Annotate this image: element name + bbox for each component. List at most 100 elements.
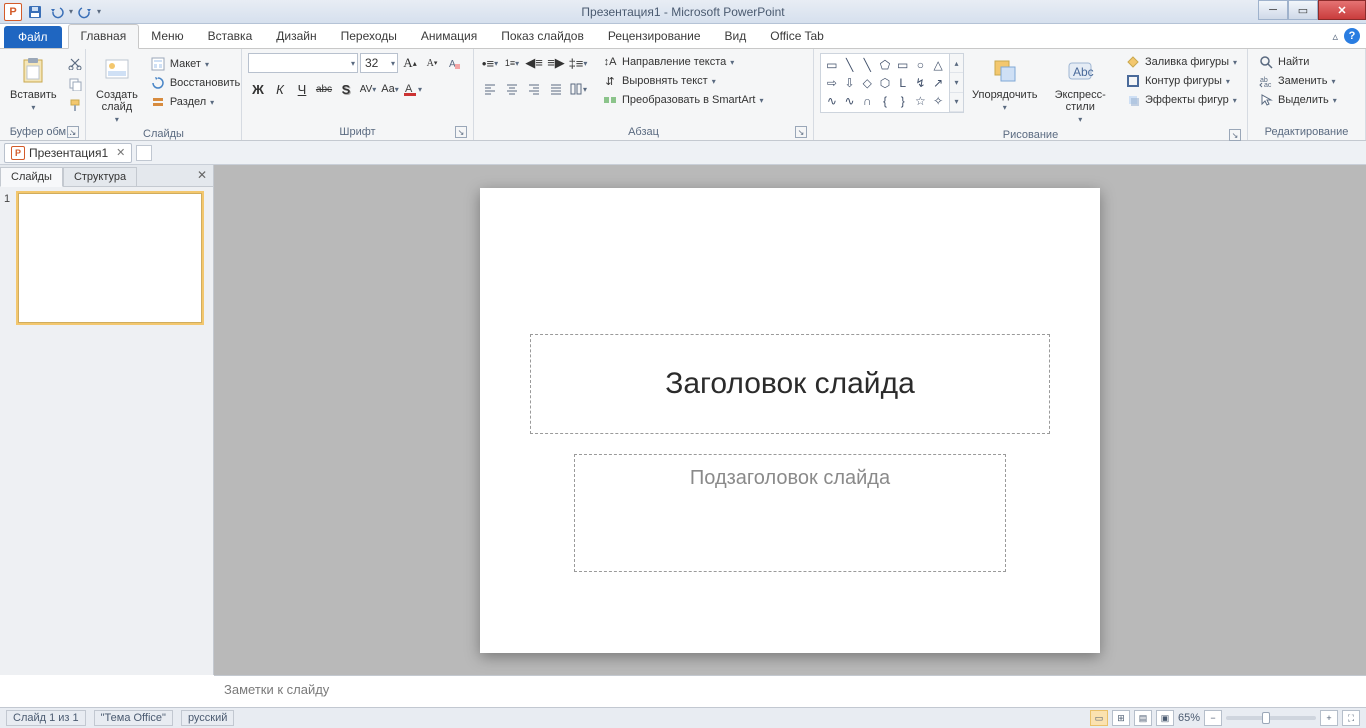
tab-animation[interactable]: Анимация xyxy=(409,25,489,48)
title-placeholder[interactable]: Заголовок слайда xyxy=(530,334,1050,434)
zoom-in-button[interactable]: + xyxy=(1320,710,1338,726)
shrink-font-button[interactable]: A▾ xyxy=(422,53,442,73)
align-left-button[interactable] xyxy=(480,79,500,99)
tab-slideshow[interactable]: Показ слайдов xyxy=(489,25,596,48)
close-button[interactable]: ✕ xyxy=(1318,0,1366,20)
cut-button[interactable] xyxy=(65,53,85,73)
qat-customize-icon[interactable]: ▾ xyxy=(97,7,101,16)
reset-button[interactable]: Восстановить xyxy=(146,74,244,92)
change-case-button[interactable]: Aa▾ xyxy=(380,79,400,99)
status-slide-number[interactable]: Слайд 1 из 1 xyxy=(6,710,86,726)
clipboard-launcher-icon[interactable]: ↘ xyxy=(67,126,79,138)
bullets-button[interactable]: •≡▾ xyxy=(480,53,500,73)
dec-indent-button[interactable]: ◀≡ xyxy=(524,53,544,73)
italic-button[interactable]: К xyxy=(270,79,290,99)
undo-button[interactable] xyxy=(47,2,67,22)
document-tab-close-icon[interactable]: ✕ xyxy=(116,146,125,159)
status-language[interactable]: русский xyxy=(181,710,234,726)
shapes-gallery[interactable]: ▭╲╲⬠▭○△ ⇨⇩◇⬡L↯↗ ∿∿∩{}☆✧ xyxy=(820,53,950,113)
copy-button[interactable] xyxy=(65,74,85,94)
clear-format-button[interactable]: A xyxy=(444,53,464,73)
text-direction-label: Направление текста xyxy=(622,56,726,68)
drawing-launcher-icon[interactable]: ↘ xyxy=(1229,129,1241,141)
maximize-button[interactable]: ▭ xyxy=(1288,0,1318,20)
slide[interactable]: Заголовок слайда Подзаголовок слайда xyxy=(480,188,1100,653)
char-spacing-button[interactable]: AV▾ xyxy=(358,79,378,99)
tab-home[interactable]: Главная xyxy=(68,24,140,49)
font-family-combo[interactable]: ▾ xyxy=(248,53,358,73)
tab-transitions[interactable]: Переходы xyxy=(329,25,409,48)
section-button[interactable]: Раздел ▾ xyxy=(146,93,244,111)
undo-dropdown-icon[interactable]: ▾ xyxy=(69,7,73,16)
replace-label: Заменить xyxy=(1278,75,1327,87)
sorter-view-button[interactable]: ⊞ xyxy=(1112,710,1130,726)
thumbnail-preview[interactable] xyxy=(18,193,202,323)
bold-button[interactable]: Ж xyxy=(248,79,268,99)
align-right-button[interactable] xyxy=(524,79,544,99)
tab-view[interactable]: Вид xyxy=(713,25,759,48)
reading-view-button[interactable]: ▤ xyxy=(1134,710,1152,726)
select-button[interactable]: Выделить ▾ xyxy=(1254,91,1341,109)
notes-pane[interactable]: Заметки к слайду xyxy=(214,675,1366,707)
thumbnail-item[interactable]: 1 xyxy=(4,193,209,323)
tab-outline[interactable]: Структура xyxy=(63,167,137,187)
underline-button[interactable]: Ч xyxy=(292,79,312,99)
help-icon[interactable]: ? xyxy=(1344,28,1360,44)
grow-font-button[interactable]: A▴ xyxy=(400,53,420,73)
zoom-slider-knob[interactable] xyxy=(1262,712,1270,724)
fit-window-button[interactable]: ⛶ xyxy=(1342,710,1360,726)
find-button[interactable]: Найти xyxy=(1254,53,1341,71)
tab-file[interactable]: Файл xyxy=(4,26,62,48)
inc-indent-button[interactable]: ≡▶ xyxy=(546,53,566,73)
shadow-button[interactable]: S xyxy=(336,79,356,99)
save-button[interactable] xyxy=(25,2,45,22)
tab-insert[interactable]: Вставка xyxy=(196,25,265,48)
normal-view-button[interactable]: ▭ xyxy=(1090,710,1108,726)
shape-effects-button[interactable]: Эффекты фигур ▾ xyxy=(1121,91,1241,109)
status-theme[interactable]: "Тема Office" xyxy=(94,710,173,726)
strike-button[interactable]: abc xyxy=(314,79,334,99)
ribbon-collapse-icon[interactable]: ▵ xyxy=(1332,30,1338,43)
new-slide-button[interactable]: Создать слайд ▾ xyxy=(92,53,142,126)
tab-review[interactable]: Рецензирование xyxy=(596,25,713,48)
layout-button[interactable]: Макет ▾ xyxy=(146,55,244,73)
font-color-button[interactable]: A▾ xyxy=(402,79,422,99)
text-direction-button[interactable]: ↕AНаправление текста ▾ xyxy=(598,53,767,71)
tab-slides-thumbnails[interactable]: Слайды xyxy=(0,167,63,187)
zoom-out-button[interactable]: − xyxy=(1204,710,1222,726)
shape-fill-button[interactable]: Заливка фигуры ▾ xyxy=(1121,53,1241,71)
new-document-tab-button[interactable] xyxy=(136,145,152,161)
numbering-button[interactable]: 1≡▾ xyxy=(502,53,522,73)
zoom-value[interactable]: 65% xyxy=(1178,712,1200,724)
convert-smartart-button[interactable]: Преобразовать в SmartArt ▾ xyxy=(598,91,767,109)
slideshow-view-button[interactable]: ▣ xyxy=(1156,710,1174,726)
app-logo[interactable]: P xyxy=(3,2,23,22)
quick-styles-button[interactable]: Abc Экспресс-стили▾ xyxy=(1045,53,1115,127)
paste-button[interactable]: Вставить▾ xyxy=(6,53,61,115)
slide-canvas-area[interactable]: Заголовок слайда Подзаголовок слайда xyxy=(214,165,1366,675)
shape-outline-button[interactable]: Контур фигуры ▾ xyxy=(1121,72,1241,90)
redo-button[interactable] xyxy=(75,2,95,22)
tab-menu[interactable]: Меню xyxy=(139,25,195,48)
columns-button[interactable]: ▾ xyxy=(568,79,588,99)
justify-button[interactable] xyxy=(546,79,566,99)
document-tab[interactable]: P Презентация1 ✕ xyxy=(4,143,132,163)
font-launcher-icon[interactable]: ↘ xyxy=(455,126,467,138)
zoom-slider[interactable] xyxy=(1226,716,1316,720)
replace-button[interactable]: abacЗаменить ▾ xyxy=(1254,72,1341,90)
arrange-button[interactable]: Упорядочить▾ xyxy=(968,53,1041,115)
align-center-button[interactable] xyxy=(502,79,522,99)
format-painter-button[interactable] xyxy=(65,95,85,115)
arrange-label: Упорядочить xyxy=(972,89,1037,101)
tab-design[interactable]: Дизайн xyxy=(264,25,328,48)
side-panel-close-icon[interactable]: ✕ xyxy=(197,168,207,182)
subtitle-placeholder[interactable]: Подзаголовок слайда xyxy=(574,454,1006,572)
paragraph-launcher-icon[interactable]: ↘ xyxy=(795,126,807,138)
tab-office-tab[interactable]: Office Tab xyxy=(758,25,836,48)
minimize-button[interactable]: ─ xyxy=(1258,0,1288,20)
shapes-gallery-scroll[interactable]: ▴▾▾ xyxy=(950,53,964,113)
font-size-combo[interactable]: 32▾ xyxy=(360,53,398,73)
line-spacing-button[interactable]: ‡≡▾ xyxy=(568,53,588,73)
svg-text:A: A xyxy=(449,59,456,70)
align-text-button[interactable]: ⇵Выровнять текст ▾ xyxy=(598,72,767,90)
